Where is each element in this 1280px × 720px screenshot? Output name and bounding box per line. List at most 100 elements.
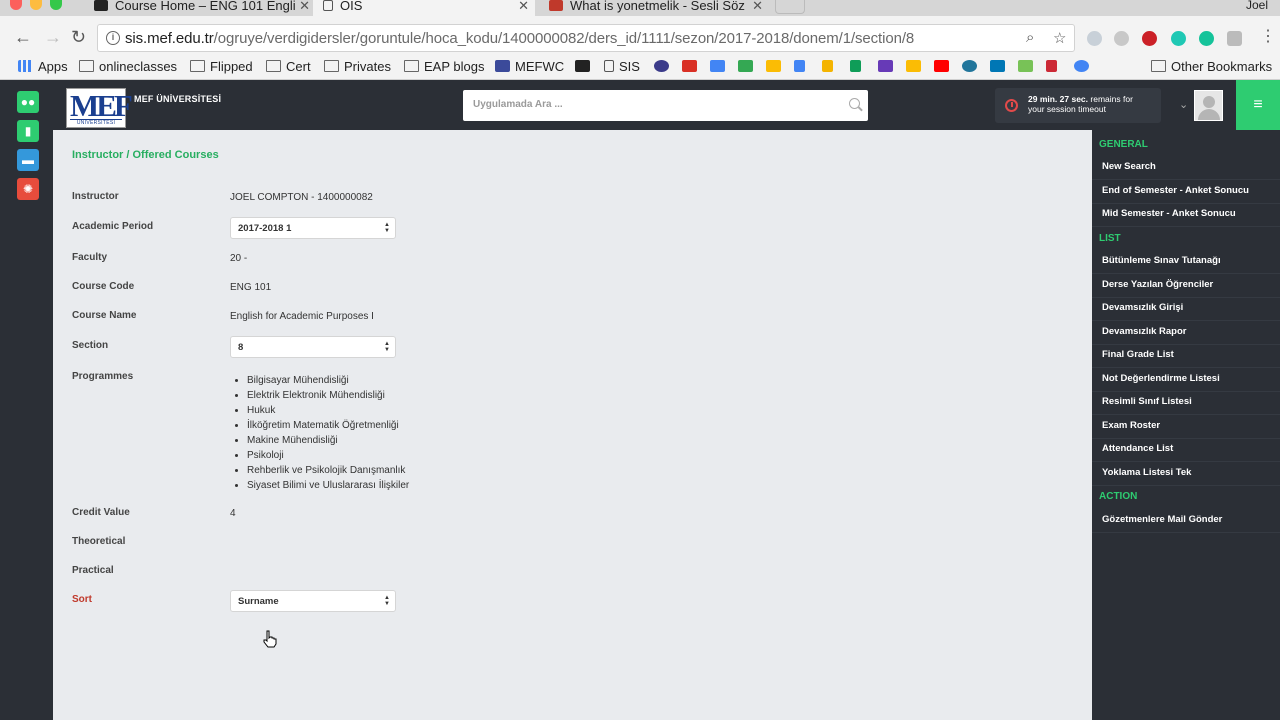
users-icon[interactable]: ●● <box>17 91 39 113</box>
right-action-panel: GENERAL New Search End of Semester - Ank… <box>1092 130 1280 720</box>
bookmark-wordpress-icon[interactable] <box>962 59 982 75</box>
app-header: MEF ÜNİVERSİTESİ MEF ÜNİVERSİTESİ 29 min… <box>53 80 1280 130</box>
bookmark-docs-icon[interactable] <box>794 59 810 75</box>
bookmark-sheets-icon[interactable] <box>850 59 866 75</box>
bookmark-privates[interactable]: Privates <box>324 59 391 75</box>
select-arrows-icon: ▲ ▼ <box>384 222 390 234</box>
academic-period-label: Academic Period <box>72 221 154 232</box>
close-tab-icon[interactable]: ✕ <box>518 0 529 12</box>
new-tab-button[interactable] <box>775 0 805 14</box>
menu-item-grade-evaluation[interactable]: Not Değerlendirme Listesi <box>1092 368 1280 392</box>
briefcase-icon[interactable]: ▬ <box>17 149 39 171</box>
browser-tab-course-home[interactable]: Course Home – ENG 101 Engli ✕ <box>88 0 310 16</box>
search-icon[interactable] <box>849 98 860 109</box>
close-tab-icon[interactable]: ✕ <box>299 0 310 12</box>
menu-item-attendance-list[interactable]: Attendance List <box>1092 438 1280 462</box>
close-window-icon[interactable] <box>10 0 22 10</box>
programme-item: İlköğretim Matematik Öğretmenliği <box>247 418 409 433</box>
bookmark-forms-icon[interactable] <box>878 59 898 75</box>
site-info-icon[interactable]: i <box>106 31 120 45</box>
extension-icon[interactable] <box>1227 31 1242 46</box>
programmes-label: Programmes <box>72 371 134 382</box>
menu-item-end-semester-survey[interactable]: End of Semester - Anket Sonucu <box>1092 180 1280 204</box>
bookmark-calendar-icon[interactable] <box>710 59 730 75</box>
bookmark-mefwc[interactable]: MEFWC <box>495 59 564 75</box>
bookmark-keep-icon[interactable] <box>906 59 926 75</box>
menu-item-exam-roster[interactable]: Exam Roster <box>1092 415 1280 439</box>
menu-item-final-grade-list[interactable]: Final Grade List <box>1092 344 1280 368</box>
bookmark-onlineclasses[interactable]: onlineclasses <box>79 59 177 75</box>
bookmark-bb[interactable] <box>575 59 595 75</box>
menu-item-enrolled-students[interactable]: Derse Yazılan Öğrenciler <box>1092 274 1280 298</box>
bookmark-sis[interactable]: SIS <box>604 59 640 75</box>
bookmark-android-icon[interactable] <box>1018 59 1038 75</box>
menu-item-yoklama-listesi[interactable]: Yoklama Listesi Tek <box>1092 462 1280 486</box>
forward-arrow-icon[interactable]: → <box>44 28 62 46</box>
menu-item-mid-semester-survey[interactable]: Mid Semester - Anket Sonucu <box>1092 203 1280 227</box>
apps-grid-icon <box>18 60 33 72</box>
bookmark-drive-icon[interactable] <box>738 59 758 75</box>
settings-gear-icon[interactable]: ✺ <box>17 178 39 200</box>
bookmark-flipped[interactable]: Flipped <box>190 59 253 75</box>
back-arrow-icon[interactable]: ← <box>14 28 32 46</box>
reload-icon[interactable]: ↻ <box>71 28 86 46</box>
profile-name[interactable]: Joel <box>1246 0 1268 11</box>
select-arrows-icon: ▲ ▼ <box>384 341 390 353</box>
app-search-input[interactable] <box>463 90 823 119</box>
bookmark-screencast-icon[interactable] <box>654 59 674 75</box>
dropbox-icon[interactable] <box>1087 31 1102 46</box>
bookmark-star-icon[interactable]: ☆ <box>1053 29 1066 47</box>
bookmark-eap-blogs[interactable]: EAP blogs <box>404 59 484 75</box>
menu-item-butunleme[interactable]: Bütünleme Sınav Tutanağı <box>1092 250 1280 274</box>
sort-select[interactable]: Surname ▲ ▼ <box>230 590 396 612</box>
chevron-down-icon[interactable]: ⌄ <box>1179 98 1188 111</box>
menu-item-attendance-report[interactable]: Devamsızlık Rapor <box>1092 321 1280 345</box>
bookmark-photos-icon[interactable] <box>766 59 786 75</box>
browser-menu-icon[interactable]: ⋮ <box>1260 29 1276 45</box>
bookmark-youtube-icon[interactable] <box>934 59 954 75</box>
mef-logo[interactable]: MEF ÜNİVERSİTESİ <box>66 88 133 128</box>
bookmark-cert[interactable]: Cert <box>266 59 311 75</box>
blackboard-icon <box>575 60 590 72</box>
user-avatar[interactable] <box>1194 90 1223 121</box>
browser-tab-bar: Course Home – ENG 101 Engli ✕ OIS ✕ What… <box>0 0 1280 16</box>
maximize-window-icon[interactable] <box>50 0 62 10</box>
browser-tab-ois[interactable]: OIS ✕ <box>313 0 535 16</box>
programme-item: Siyaset Bilimi ve Uluslararası İlişkiler <box>247 478 409 493</box>
meet-icon[interactable] <box>1171 31 1186 46</box>
page-title: Instructor / Offered Courses <box>72 149 219 161</box>
browser-tab-yonetmelik[interactable]: What is yonetmelik - Sesli Söz ✕ <box>545 0 763 16</box>
menu-item-photo-class-list[interactable]: Resimli Sınıf Listesi <box>1092 391 1280 415</box>
bookmark-gmail-icon[interactable] <box>682 59 702 75</box>
section-select[interactable]: 8 ▲ ▼ <box>230 336 396 358</box>
bookmark-other[interactable]: Other Bookmarks <box>1151 59 1272 75</box>
clock-icon <box>1005 99 1018 112</box>
address-bar[interactable]: i sis.mef.edu.tr/ogruye/verdigidersler/g… <box>97 24 1075 52</box>
programme-item: Bilgisayar Mühendisliği <box>247 373 409 388</box>
bookmark-slides-icon[interactable] <box>822 59 838 75</box>
minimize-window-icon[interactable] <box>30 0 42 10</box>
menu-item-attendance-entry[interactable]: Devamsızlık Girişi <box>1092 297 1280 321</box>
grammarly-icon[interactable] <box>1199 31 1214 46</box>
bookmark-apps[interactable]: Apps <box>18 59 68 75</box>
page-icon <box>604 60 614 72</box>
close-tab-icon[interactable]: ✕ <box>752 0 763 12</box>
section-label: Section <box>72 340 109 351</box>
academic-period-select[interactable]: 2017-2018 1 ▲ ▼ <box>230 217 396 239</box>
credit-value-label: Credit Value <box>72 507 130 518</box>
menu-item-mail-proctors[interactable]: Gözetmenlere Mail Gönder <box>1092 509 1280 533</box>
general-section-title: GENERAL <box>1099 139 1148 150</box>
book-icon[interactable]: ▮ <box>17 120 39 142</box>
menu-item-new-search[interactable]: New Search <box>1092 156 1280 180</box>
bookmark-linkedin-icon[interactable] <box>990 59 1010 75</box>
hamburger-menu-icon[interactable]: ≡ <box>1236 80 1280 130</box>
drive-icon[interactable] <box>1114 31 1129 46</box>
zoom-icon[interactable]: ⌕ <box>1026 29 1034 46</box>
bookmark-zotero-icon[interactable] <box>1046 59 1062 75</box>
session-timeout-badge: 29 min. 27 sec. remains for your session … <box>995 88 1161 123</box>
bookmark-google-icon[interactable] <box>1074 59 1094 75</box>
course-name-value: English for Academic Purposes I <box>230 311 374 322</box>
tab-title: OIS <box>340 0 363 13</box>
pinterest-icon[interactable] <box>1142 31 1157 46</box>
sesli-favicon-icon <box>549 0 563 11</box>
